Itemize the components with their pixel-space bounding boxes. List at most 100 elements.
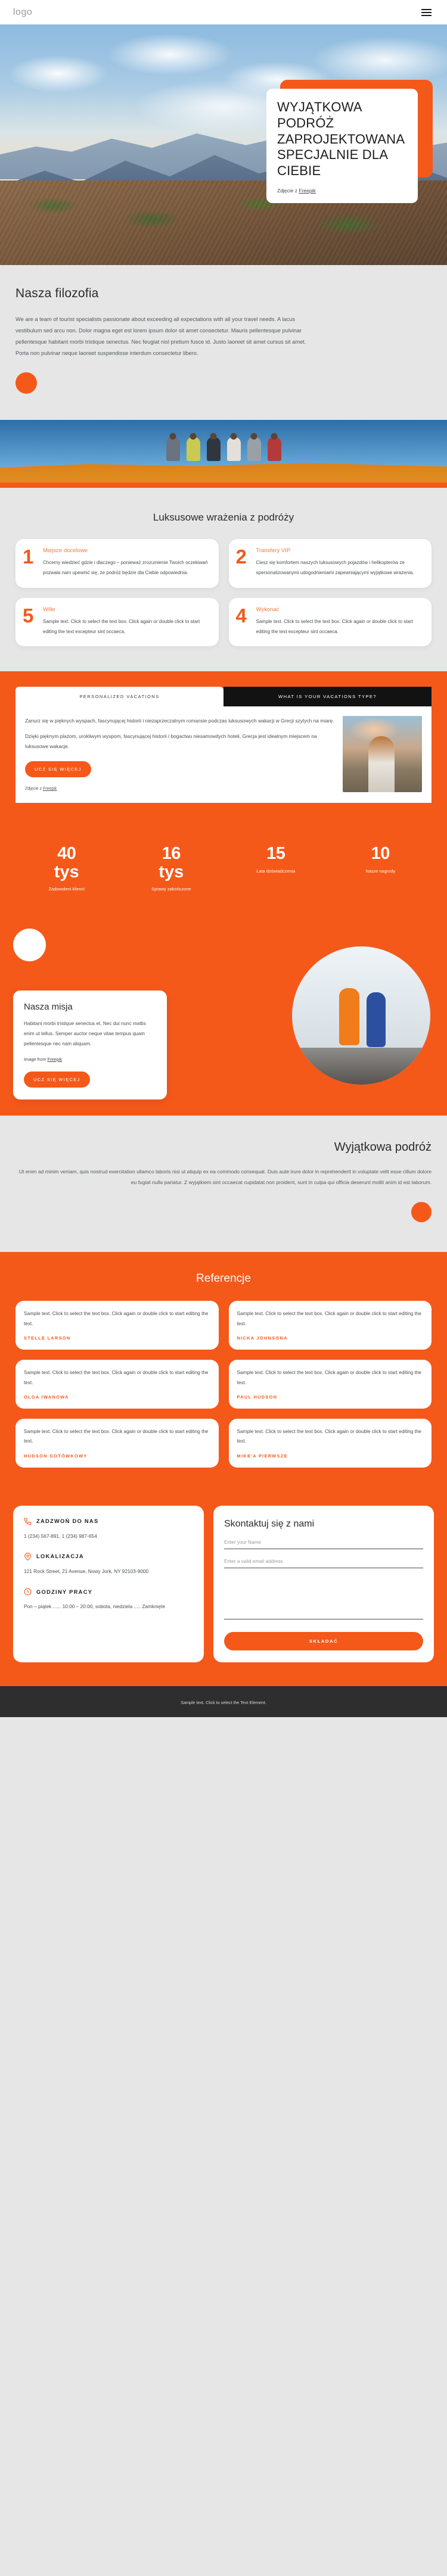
testimonial-text: Sample text. Click to select the text bo… [24,1428,209,1444]
contact-location-heading: LOKALIZACJA [36,1553,84,1560]
mission-credit-prefix: Image from [24,1056,48,1062]
mission-section: Nasza misja Habitant morbi tristique sen… [0,919,447,1116]
site-footer: Sample text. Click to select the Text El… [0,1686,447,1718]
landing-page: logo WYJĄTKOWA PODRÓŻ ZAPROJEKTOWANA SPE… [0,0,447,1718]
luxury-card-title: Transfery VIP [256,547,291,555]
mission-image-credit: Image from Freepik [24,1057,156,1062]
luxury-card-text: Sample text. Click to select the text bo… [256,618,413,634]
tab-vacation-type[interactable]: WHAT IS YOUR VACATIONS TYPE? [224,687,432,707]
clock-icon [24,1588,32,1596]
luxury-card-number: 2 [235,546,247,568]
desert-people-group [0,431,447,462]
hero-image-credit: Zdjęcie z Freepik [277,188,407,194]
testimonials-section: Referencje Sample text. Click to select … [0,1252,447,1491]
testimonial-author: HUDSON GOTÓWKOWY [24,1453,88,1459]
desert-banner-image [0,420,447,483]
stat-item: 16 tys Sprawy zakończone [119,845,224,892]
learn-more-button[interactable]: UCZ SIĘ WIĘCEJ [25,761,91,778]
hiker-figure-orange [339,988,359,1045]
luxury-card-title: Miejsce docelowe [43,547,88,555]
hero-section: WYJĄTKOWA PODRÓŻ ZAPROJEKTOWANA SPECJALN… [0,24,447,265]
personalized-tabs: PERSONALIZED VACATIONS WHAT IS YOUR VACA… [15,687,432,707]
message-input[interactable] [224,1568,423,1620]
desert-accent-strip [0,482,447,488]
hero-credit-prefix: Zdjęcie z [277,188,299,194]
submit-button[interactable]: SKŁADAĆ [224,1632,423,1651]
personalized-section: PERSONALIZED VACATIONS WHAT IS YOUR VACA… [0,671,447,824]
luxury-card-text: Ciesz się komfortem naszych luksusowych … [256,560,414,575]
testimonial-text: Sample text. Click to select the text bo… [237,1311,421,1326]
luxury-card-number: 1 [23,546,34,568]
hero-credit-link[interactable]: Freepik [299,188,315,194]
luxury-card-text: Sample text. Click to select the text bo… [43,618,200,634]
stat-number: 10 [371,844,390,864]
person-figure [226,437,241,462]
testimonial-author: NICKA JOHNSONA [237,1335,288,1341]
mission-body: Habitant morbi tristique senectus et. Ne… [24,1021,146,1046]
person-figure [186,437,200,462]
contact-hours-row: GODZINY PRACY Pon – piątek ...... 10:00 … [24,1588,193,1611]
personalized-photo [343,716,422,793]
contact-location-value: 121 Rock Street, 21 Avenue, Nowy Jork, N… [24,1568,149,1574]
testimonial-text: Sample text. Click to select the text bo… [237,1428,421,1444]
mission-rock [292,1048,430,1085]
contact-section: ZADZWOŃ DO NAS 1 (234) 567-891, 1 (234) … [0,1491,447,1687]
stat-item: 15 Lata doświadczenia [224,845,328,892]
luxury-title: Luksusowe wrażenia z podróży [153,512,294,524]
email-input[interactable] [224,1549,423,1569]
person-figure [267,437,281,462]
person-figure [247,437,261,462]
contact-phone-row: ZADZWOŃ DO NAS 1 (234) 567-891, 1 (234) … [24,1518,193,1541]
stat-label: Zadowoleni klienci [48,886,85,892]
stat-number: 16 [162,844,181,864]
exceptional-title: Wyjątkowa podróż [334,1141,432,1154]
luxury-card-text: Chcemy wiedzieć gdzie i dlaczego – ponie… [43,560,208,575]
exceptional-body: Ut enim ad minim veniam, quis nostrud ex… [18,1169,432,1186]
contact-location-row: LOKALIZACJA 121 Rock Street, 21 Avenue, … [24,1553,193,1576]
testimonials-title: Referencje [196,1272,251,1285]
hero-title: WYJĄTKOWA PODRÓŻ ZAPROJEKTOWANA SPECJALN… [277,99,405,179]
luxury-card-title: Wille [43,606,55,613]
luxury-card: 2 Transfery VIP Ciesz się komfortem nasz… [228,539,432,588]
person-figure [166,437,180,462]
mission-photo [292,946,430,1085]
testimonial-card: Sample text. Click to select the text bo… [228,1301,432,1350]
testimonial-author: PAUL HUDSON [237,1394,278,1400]
stat-unit: tys [159,862,184,881]
exceptional-section: Wyjątkowa podróż Ut enim ad minim veniam… [0,1116,447,1253]
testimonial-card: Sample text. Click to select the text bo… [15,1418,219,1468]
testimonial-text: Sample text. Click to select the text bo… [24,1311,209,1326]
testimonial-text: Sample text. Click to select the text bo… [237,1370,421,1385]
contact-info-card: ZADZWOŃ DO NAS 1 (234) 567-891, 1 (234) … [13,1505,204,1663]
testimonials-grid: Sample text. Click to select the text bo… [15,1301,432,1468]
contact-form-title: Skontaktuj się z nami [224,1518,315,1529]
mission-learn-more-button[interactable]: UCZ SIĘ WIĘCEJ [24,1071,90,1088]
tab-personalized-vacations[interactable]: PERSONALIZED VACATIONS [15,687,224,707]
personalized-credit-prefix: Zdjęcie z [25,787,43,792]
stat-number: 15 [266,844,285,864]
stats-section: 40 tys Zadowoleni klienci 16 tys Sprawy … [0,823,447,920]
testimonial-author: MIKE'A PIERWSZE [237,1453,288,1459]
personalized-credit-link[interactable]: Freepik [43,787,57,791]
phone-icon [24,1518,32,1525]
person-figure [206,437,221,462]
stat-label: Sprawy zakończone [151,886,191,892]
mission-credit-link[interactable]: Freepik [47,1057,62,1062]
philosophy-title: Nasza filozofia [15,286,99,300]
mission-card: Nasza misja Habitant morbi tristique sen… [13,990,167,1099]
contact-hours-value: Pon – piątek ...... 10:00 – 20:00, sobot… [24,1603,166,1610]
luxury-card-number: 5 [23,604,34,627]
name-input[interactable] [224,1530,423,1550]
stat-unit: tys [54,862,79,881]
footer-text: Sample text. Click to select the Text El… [181,1700,266,1706]
stat-label: Lata doświadczenia [256,868,296,874]
personalized-paragraph-2: Dzięki pięknym plażom, urokliwym wyspom,… [25,733,317,749]
contact-phone-heading: ZADZWOŃ DO NAS [36,1518,99,1525]
site-header: logo [0,0,447,24]
luxury-card: 4 Wykonać Sample text. Click to select t… [228,597,432,647]
luxury-section: Luksusowe wrażenia z podróży 1 Miejsce d… [0,488,447,672]
luxury-card: 1 Miejsce docelowe Chcemy wiedzieć gdzie… [15,539,219,588]
hamburger-menu-icon[interactable] [419,7,434,18]
site-logo[interactable]: logo [13,7,32,18]
stat-item: 40 tys Zadowoleni klienci [14,845,119,892]
